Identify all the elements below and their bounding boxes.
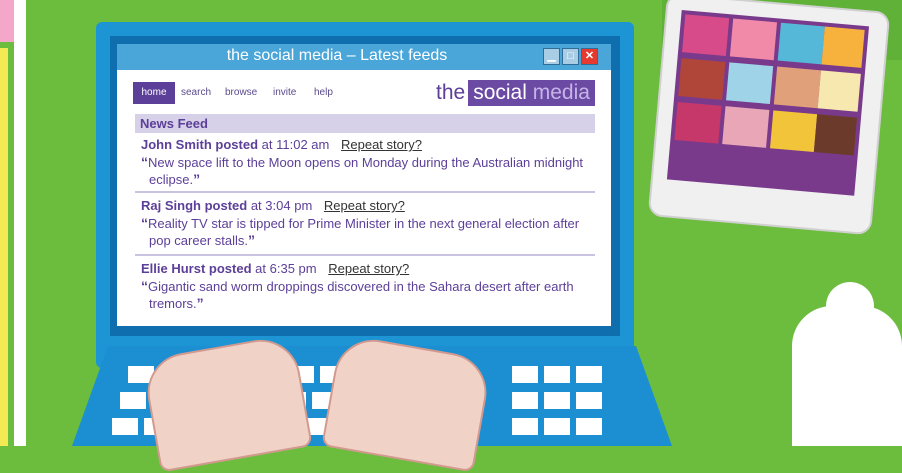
keyboard-key (576, 392, 602, 409)
tablet-tile (722, 106, 770, 148)
logo-word-social: social (473, 81, 527, 104)
tablet-screen (666, 9, 870, 196)
posted-label: posted (208, 261, 252, 276)
keyboard-key (544, 418, 570, 435)
feed-post: John Smith posted at 11:02 am Repeat sto… (141, 136, 591, 188)
tablet-tile (729, 18, 778, 61)
news-feed-header: News Feed (135, 114, 595, 133)
tablet-tile (773, 66, 822, 109)
close-quote-icon: ” (248, 232, 255, 248)
nav-help[interactable]: help (314, 82, 333, 104)
tablet-tile (674, 101, 722, 144)
post-time: 3:04 pm (265, 198, 313, 213)
close-quote-icon: ” (196, 295, 204, 311)
person-silhouette-body (792, 306, 902, 446)
post-meta: Ellie Hurst posted at 6:35 pm Repeat sto… (141, 260, 591, 278)
logo-box: social media (468, 80, 595, 106)
post-body: New space lift to the Moon opens on Mond… (148, 155, 584, 187)
tablet-tile (777, 22, 825, 65)
keyboard-key (512, 366, 538, 383)
close-button[interactable]: ✕ (581, 48, 598, 65)
tablet-tile (770, 110, 818, 153)
repeat-story-link[interactable]: Repeat story? (341, 137, 422, 152)
posted-label: posted (215, 137, 259, 152)
keyboard-key (112, 418, 138, 435)
post-text: “New space lift to the Moon opens on Mon… (141, 154, 591, 188)
tablet-tile (726, 62, 774, 105)
post-body: Reality TV star is tipped for Prime Mini… (148, 216, 580, 248)
minimize-button[interactable]: ▁ (543, 48, 560, 65)
post-time: 6:35 pm (269, 261, 317, 276)
post-divider (135, 254, 595, 256)
open-quote-icon: “ (141, 154, 148, 170)
post-text: “Reality TV star is tipped for Prime Min… (141, 215, 591, 249)
nav-browse[interactable]: browse (225, 82, 257, 104)
at-label: at (261, 137, 273, 152)
tablet-tile (821, 26, 865, 68)
posted-label: posted (204, 198, 248, 213)
nav-search[interactable]: search (181, 82, 211, 104)
at-label: at (255, 261, 267, 276)
at-label: at (250, 198, 262, 213)
tablet-tile (682, 14, 730, 57)
tablet-tile (678, 58, 726, 100)
keyboard-key (576, 418, 602, 435)
repeat-story-link[interactable]: Repeat story? (324, 198, 405, 213)
open-quote-icon: “ (141, 278, 148, 294)
nav-invite[interactable]: invite (273, 82, 296, 104)
post-divider (135, 191, 595, 193)
keyboard-key (512, 392, 538, 409)
logo-word-media: media (532, 81, 590, 104)
nav-home[interactable]: home (133, 82, 175, 104)
maximize-button[interactable]: □ (562, 48, 579, 65)
keyboard-key (544, 392, 570, 409)
post-author[interactable]: John Smith (141, 137, 212, 152)
site-logo: the social media (436, 80, 595, 106)
window-titlebar[interactable]: the social media – Latest feeds ▁ □ ✕ (117, 44, 611, 70)
keyboard-key (576, 366, 602, 383)
post-author[interactable]: Raj Singh (141, 198, 201, 213)
keyboard-key (512, 418, 538, 435)
logo-prefix: the (436, 81, 466, 104)
yellow-stripe (0, 48, 8, 446)
open-quote-icon: “ (141, 215, 148, 231)
post-author[interactable]: Ellie Hurst (141, 261, 205, 276)
keyboard-key (544, 366, 570, 383)
close-quote-icon: ” (193, 171, 201, 187)
tablet-tile (817, 70, 861, 112)
post-meta: Raj Singh posted at 3:04 pm Repeat story… (141, 197, 591, 215)
feed-post: Ellie Hurst posted at 6:35 pm Repeat sto… (141, 260, 591, 312)
social-media-window: the social media – Latest feeds ▁ □ ✕ ho… (117, 44, 611, 326)
window-title: the social media – Latest feeds (226, 47, 448, 64)
post-body: Gigantic sand worm droppings discovered … (148, 279, 574, 311)
post-meta: John Smith posted at 11:02 am Repeat sto… (141, 136, 591, 154)
post-text: “Gigantic sand worm droppings discovered… (141, 278, 591, 312)
tablet-tile (813, 114, 858, 156)
pink-stripe (0, 0, 14, 42)
post-time: 11:02 am (276, 137, 330, 152)
keyboard-key (120, 392, 146, 409)
tablet-illustration (647, 0, 891, 236)
repeat-story-link[interactable]: Repeat story? (328, 261, 409, 276)
page-edge (14, 0, 26, 446)
feed-post: Raj Singh posted at 3:04 pm Repeat story… (141, 197, 591, 249)
